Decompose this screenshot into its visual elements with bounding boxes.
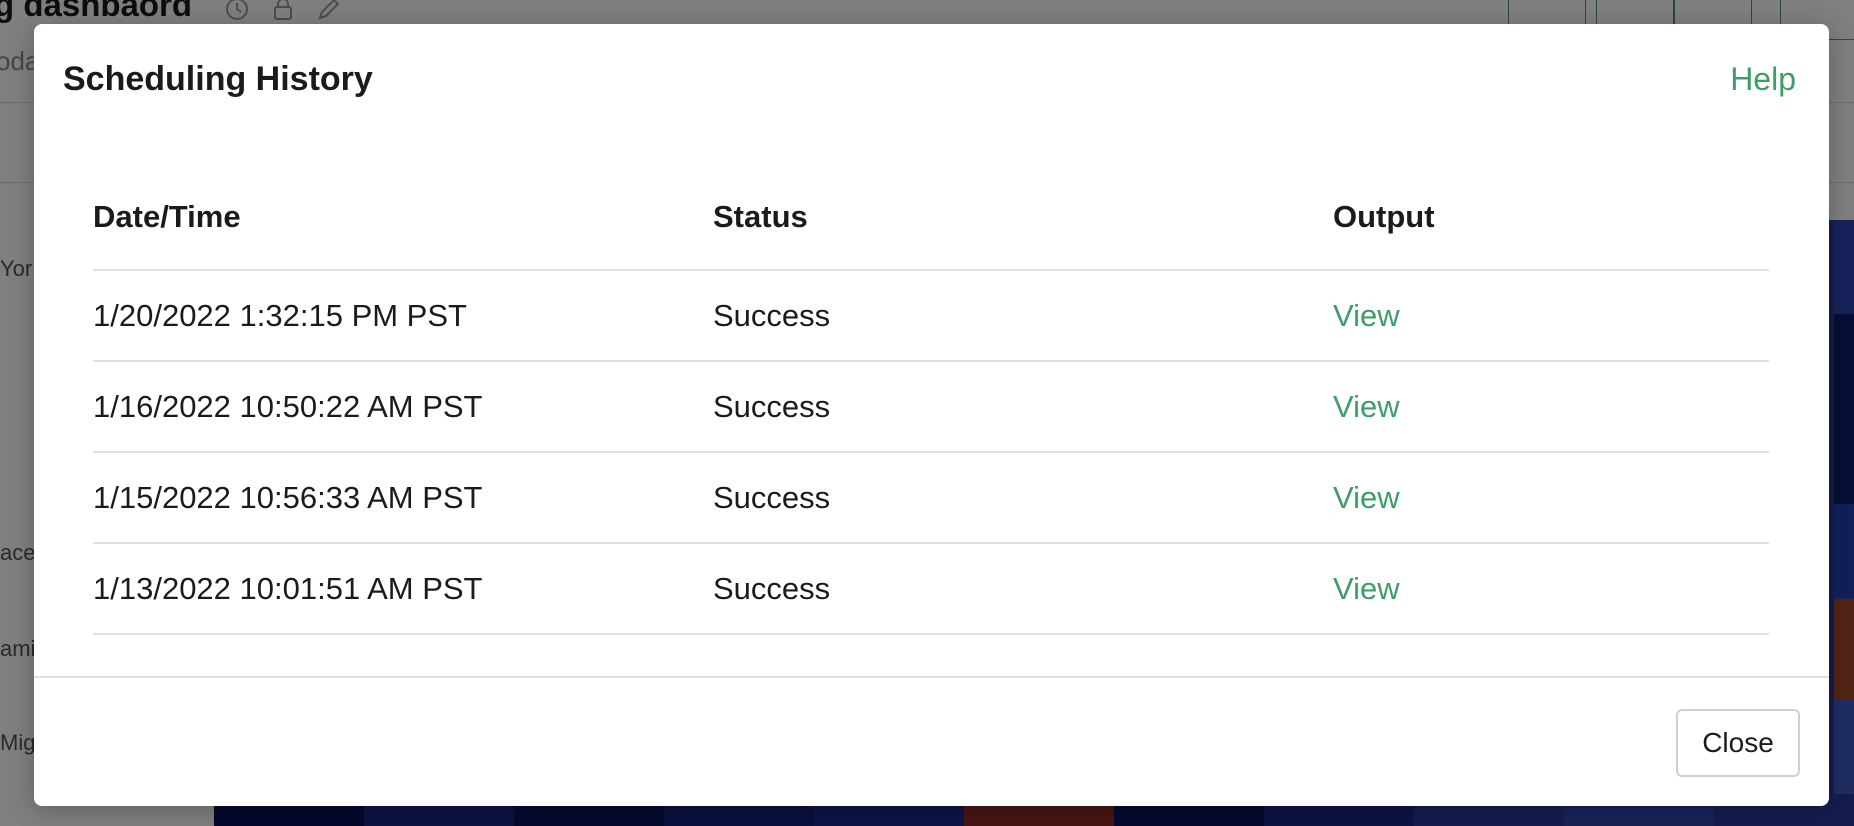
row-datetime: 1/20/2022 1:32:15 PM PST xyxy=(93,297,467,333)
view-output-link[interactable]: View xyxy=(1333,571,1769,607)
table-row: 1/15/2022 10:56:33 AM PST Success View xyxy=(93,453,1769,544)
row-status: Success xyxy=(713,297,831,333)
row-status: Success xyxy=(713,570,831,606)
row-datetime: 1/15/2022 10:56:33 AM PST xyxy=(93,479,483,515)
close-button[interactable]: Close xyxy=(1676,709,1800,777)
view-output-link[interactable]: View xyxy=(1333,480,1769,516)
footer-divider xyxy=(34,676,1829,678)
row-status: Success xyxy=(713,388,831,424)
column-header-datetime: Date/Time xyxy=(93,198,241,234)
column-header-output: Output xyxy=(1333,198,1435,234)
row-status: Success xyxy=(713,479,831,515)
history-table: Date/Time Status Output 1/20/2022 1:32:1… xyxy=(93,164,1769,635)
table-row: 1/13/2022 10:01:51 AM PST Success View xyxy=(93,544,1769,635)
column-header-status: Status xyxy=(713,198,808,234)
table-header: Date/Time Status Output xyxy=(93,164,1769,271)
scheduling-history-dialog: Scheduling History Help Date/Time Status… xyxy=(34,24,1829,806)
view-output-link[interactable]: View xyxy=(1333,298,1769,334)
view-output-link[interactable]: View xyxy=(1333,389,1769,425)
row-datetime: 1/16/2022 10:50:22 AM PST xyxy=(93,388,483,424)
table-row: 1/16/2022 10:50:22 AM PST Success View xyxy=(93,362,1769,453)
row-datetime: 1/13/2022 10:01:51 AM PST xyxy=(93,570,483,606)
table-row: 1/20/2022 1:32:15 PM PST Success View xyxy=(93,271,1769,362)
help-link[interactable]: Help xyxy=(1730,61,1796,98)
dialog-title: Scheduling History xyxy=(63,60,373,98)
